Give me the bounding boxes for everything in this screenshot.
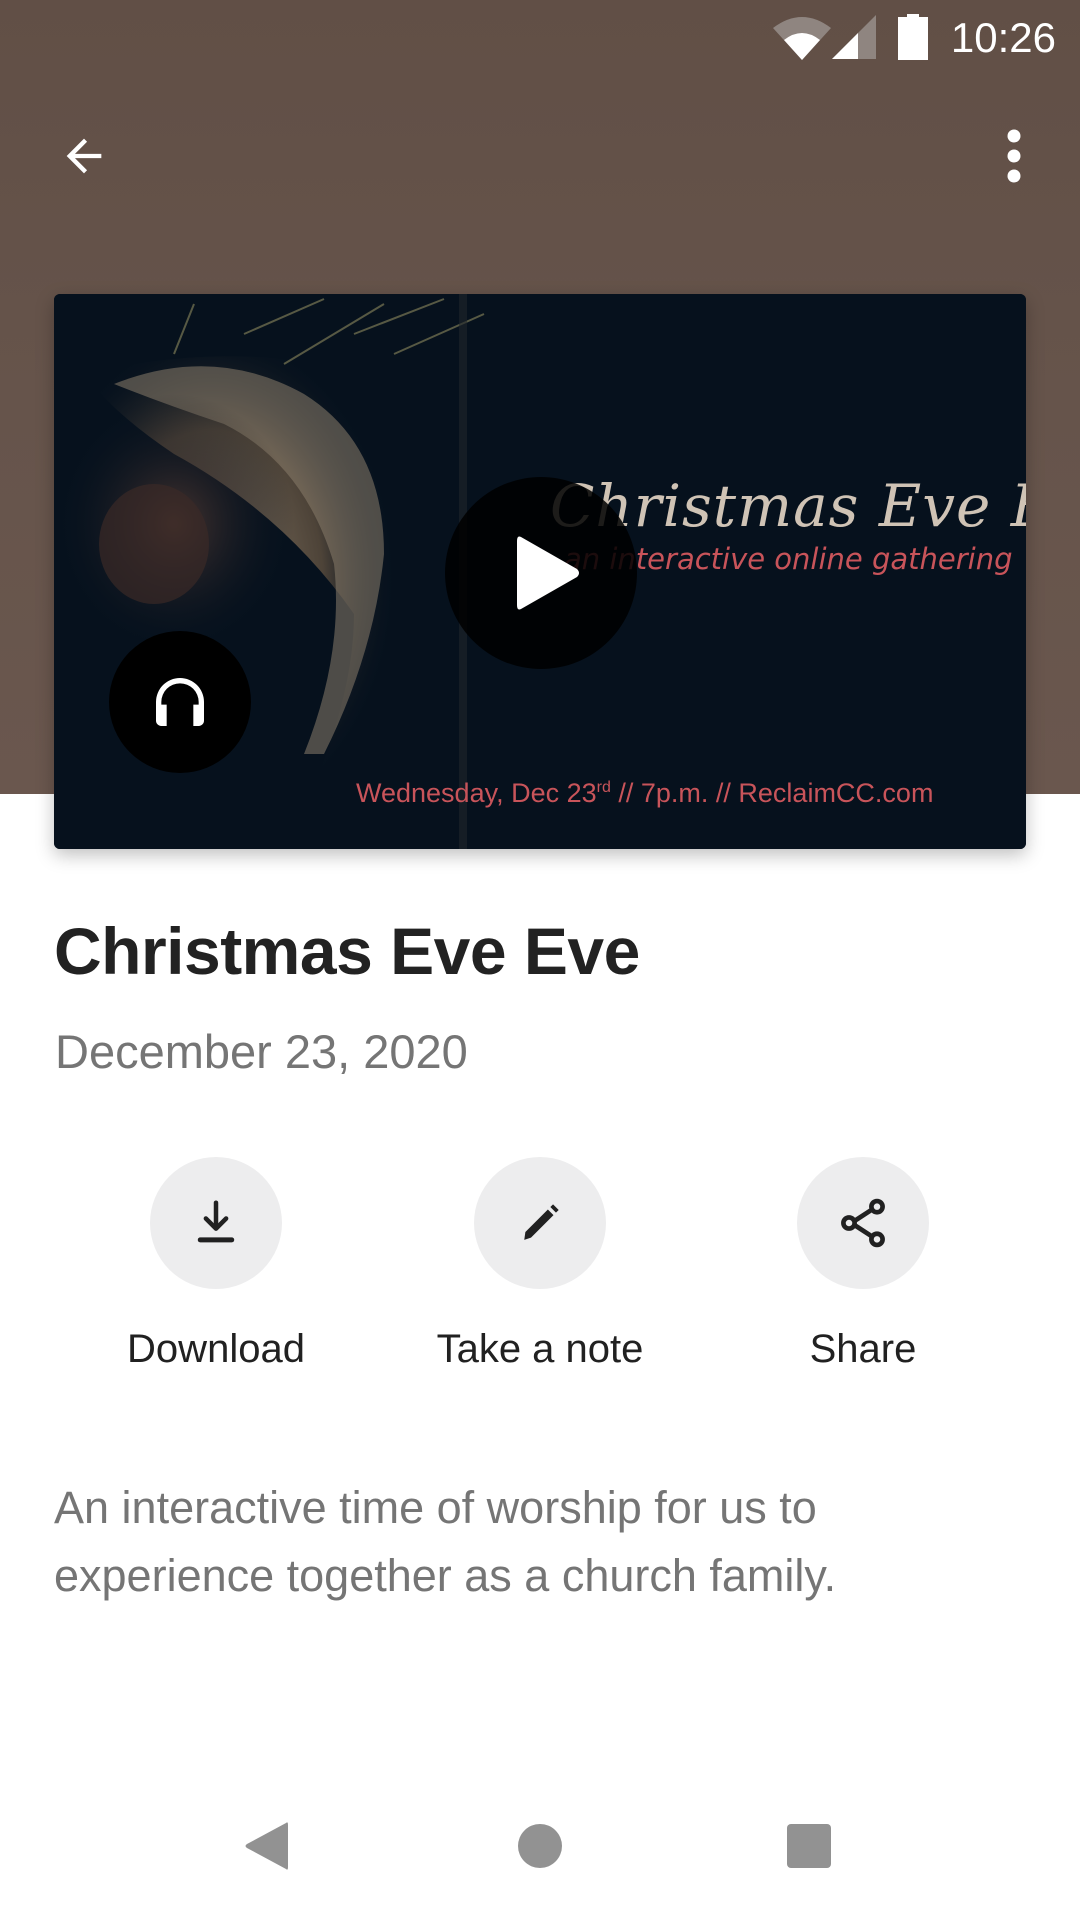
back-button[interactable] (36, 108, 132, 204)
nav-back-icon (245, 1822, 288, 1870)
download-label: Download (127, 1327, 305, 1371)
download-button-circle[interactable] (150, 1157, 282, 1289)
nav-home-icon (518, 1824, 562, 1868)
more-options-button[interactable] (966, 108, 1062, 204)
share-icon (841, 1198, 885, 1248)
play-button[interactable] (445, 477, 637, 669)
take-note-button[interactable]: Take a note (390, 1157, 690, 1373)
listen-audio-button[interactable] (109, 631, 251, 773)
download-button[interactable]: Download (66, 1157, 366, 1373)
battery-icon (898, 14, 928, 60)
artwork-footer-day: Wednesday, Dec 23 (356, 778, 597, 808)
nav-recents-icon (787, 1824, 831, 1868)
date-label: December 23, 2020 (55, 1025, 468, 1078)
cellular-signal-icon (832, 15, 876, 59)
share-label: Share (809, 1327, 917, 1371)
media-card[interactable]: Christmas Eve Eve an interactive online … (54, 294, 1026, 849)
status-time: 10:26 (950, 14, 1056, 61)
play-icon (517, 536, 579, 610)
description-text: An interactive time of worship for us to… (54, 1482, 837, 1601)
nav-back-button[interactable] (219, 1810, 315, 1882)
arrow-back-icon (66, 138, 102, 174)
status-bar: 10:26 (0, 0, 1080, 80)
share-button-circle[interactable] (797, 1157, 929, 1289)
download-icon (197, 1200, 235, 1243)
system-nav-bar (0, 1776, 1080, 1920)
artwork-footer-rest: // 7p.m. // ReclaimCC.com (610, 778, 934, 808)
take-note-label: Take a note (436, 1327, 644, 1371)
artwork-footer-suffix: rd (596, 779, 611, 796)
page-title: Christmas Eve Eve (54, 914, 640, 988)
headphones-icon (156, 678, 204, 726)
more-vert-icon (1007, 129, 1021, 183)
nav-recents-button[interactable] (761, 1810, 857, 1882)
wifi-icon (773, 17, 831, 60)
pencil-icon (524, 1204, 559, 1240)
share-button[interactable]: Share (713, 1157, 1013, 1373)
nav-home-button[interactable] (492, 1810, 588, 1882)
take-note-button-circle[interactable] (474, 1157, 606, 1289)
artwork-footer: Wednesday, Dec 23rd // 7p.m. // ReclaimC… (356, 778, 933, 809)
